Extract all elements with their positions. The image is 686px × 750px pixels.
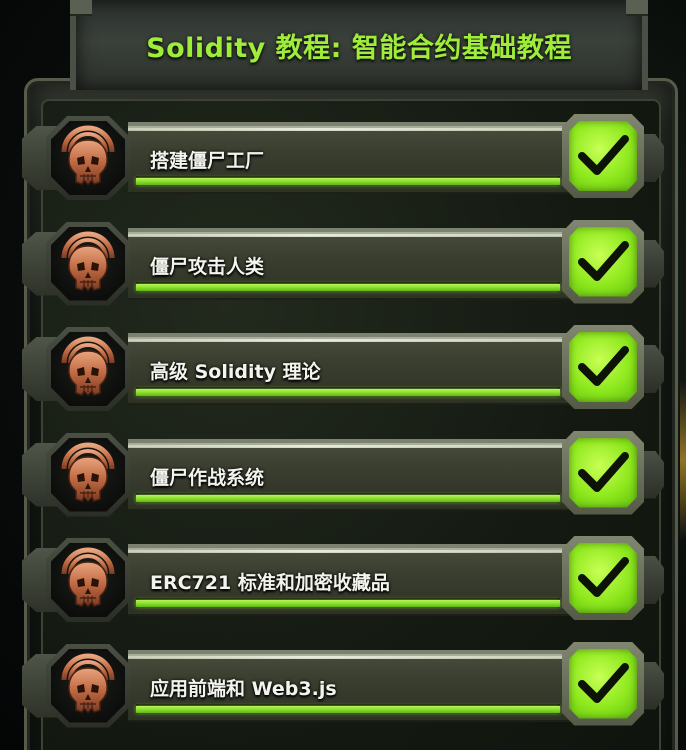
lesson-progress-fill: [136, 283, 560, 291]
lesson-progress-fill: [136, 178, 560, 185]
lesson-list: 搭建僵尸工厂 僵尸攻击人类 高级 Solidity 理论 僵尸作战系统 ERC7…: [0, 0, 686, 750]
lesson-right-rail: [642, 450, 664, 499]
checkmark-icon: [578, 557, 629, 597]
checkmark-icon: [578, 662, 629, 703]
completed-check-button[interactable]: [562, 536, 644, 620]
lesson-row[interactable]: 搭建僵尸工厂: [22, 108, 664, 208]
course-screen: Solidity 教程: 智能合约基础教程 搭建僵尸工厂 僵尸攻击人类 高级 S…: [0, 0, 686, 750]
lesson-row[interactable]: 僵尸作战系统: [22, 425, 664, 525]
checkmark-icon: [578, 451, 629, 492]
completed-check-button[interactable]: [562, 114, 644, 198]
lesson-row[interactable]: 僵尸攻击人类: [22, 214, 664, 314]
lesson-progress-fill: [136, 389, 560, 396]
lesson-bar[interactable]: 应用前端和 Web3.js: [128, 649, 578, 722]
lesson-bar[interactable]: 高级 Solidity 理论: [128, 333, 578, 405]
lesson-right-rail: [642, 134, 664, 182]
lesson-row[interactable]: 应用前端和 Web3.js: [22, 636, 664, 736]
skull-badge: [46, 221, 130, 306]
skull-icon: [61, 336, 115, 397]
lesson-bar[interactable]: ERC721 标准和加密收藏品: [128, 544, 578, 616]
lesson-progress-fill: [136, 600, 560, 607]
skull-badge: [46, 327, 130, 411]
lesson-row[interactable]: 高级 Solidity 理论: [22, 319, 664, 419]
completed-check-button[interactable]: [562, 430, 644, 515]
checkmark-icon: [578, 135, 629, 175]
lesson-progress-track: [136, 703, 560, 714]
skull-icon: [61, 547, 115, 608]
lesson-progress-track: [136, 492, 560, 503]
completed-check-button[interactable]: [562, 325, 644, 409]
skull-badge: [46, 432, 130, 517]
skull-icon: [61, 653, 115, 713]
lesson-right-rail: [642, 556, 664, 604]
lesson-progress-track: [136, 281, 560, 292]
lesson-right-rail: [642, 661, 664, 710]
skull-badge: [46, 643, 130, 728]
lesson-title: ERC721 标准和加密收藏品: [150, 572, 390, 594]
lesson-bar[interactable]: 搭建僵尸工厂: [128, 122, 578, 194]
lesson-progress-track: [136, 176, 560, 186]
lesson-title: 搭建僵尸工厂: [150, 150, 265, 172]
skull-icon: [61, 442, 115, 502]
lesson-progress-fill: [136, 705, 560, 713]
lesson-right-rail: [642, 239, 664, 288]
skull-badge: [46, 116, 130, 200]
lesson-progress-fill: [136, 494, 560, 502]
checkmark-icon: [578, 240, 629, 281]
completed-check-button[interactable]: [562, 219, 644, 304]
skull-badge: [46, 538, 130, 622]
lesson-title: 僵尸攻击人类: [150, 255, 265, 278]
lesson-bar[interactable]: 僵尸作战系统: [128, 438, 578, 511]
lesson-row[interactable]: ERC721 标准和加密收藏品: [22, 530, 664, 630]
lesson-progress-track: [136, 387, 560, 397]
checkmark-icon: [578, 346, 629, 386]
skull-icon: [61, 125, 115, 186]
lesson-title: 僵尸作战系统: [150, 466, 265, 489]
lesson-title: 高级 Solidity 理论: [150, 361, 321, 383]
lesson-bar[interactable]: 僵尸攻击人类: [128, 227, 578, 300]
completed-check-button[interactable]: [562, 641, 644, 726]
lesson-right-rail: [642, 345, 664, 393]
lesson-title: 应用前端和 Web3.js: [150, 677, 337, 700]
skull-icon: [61, 231, 115, 291]
lesson-progress-track: [136, 598, 560, 608]
